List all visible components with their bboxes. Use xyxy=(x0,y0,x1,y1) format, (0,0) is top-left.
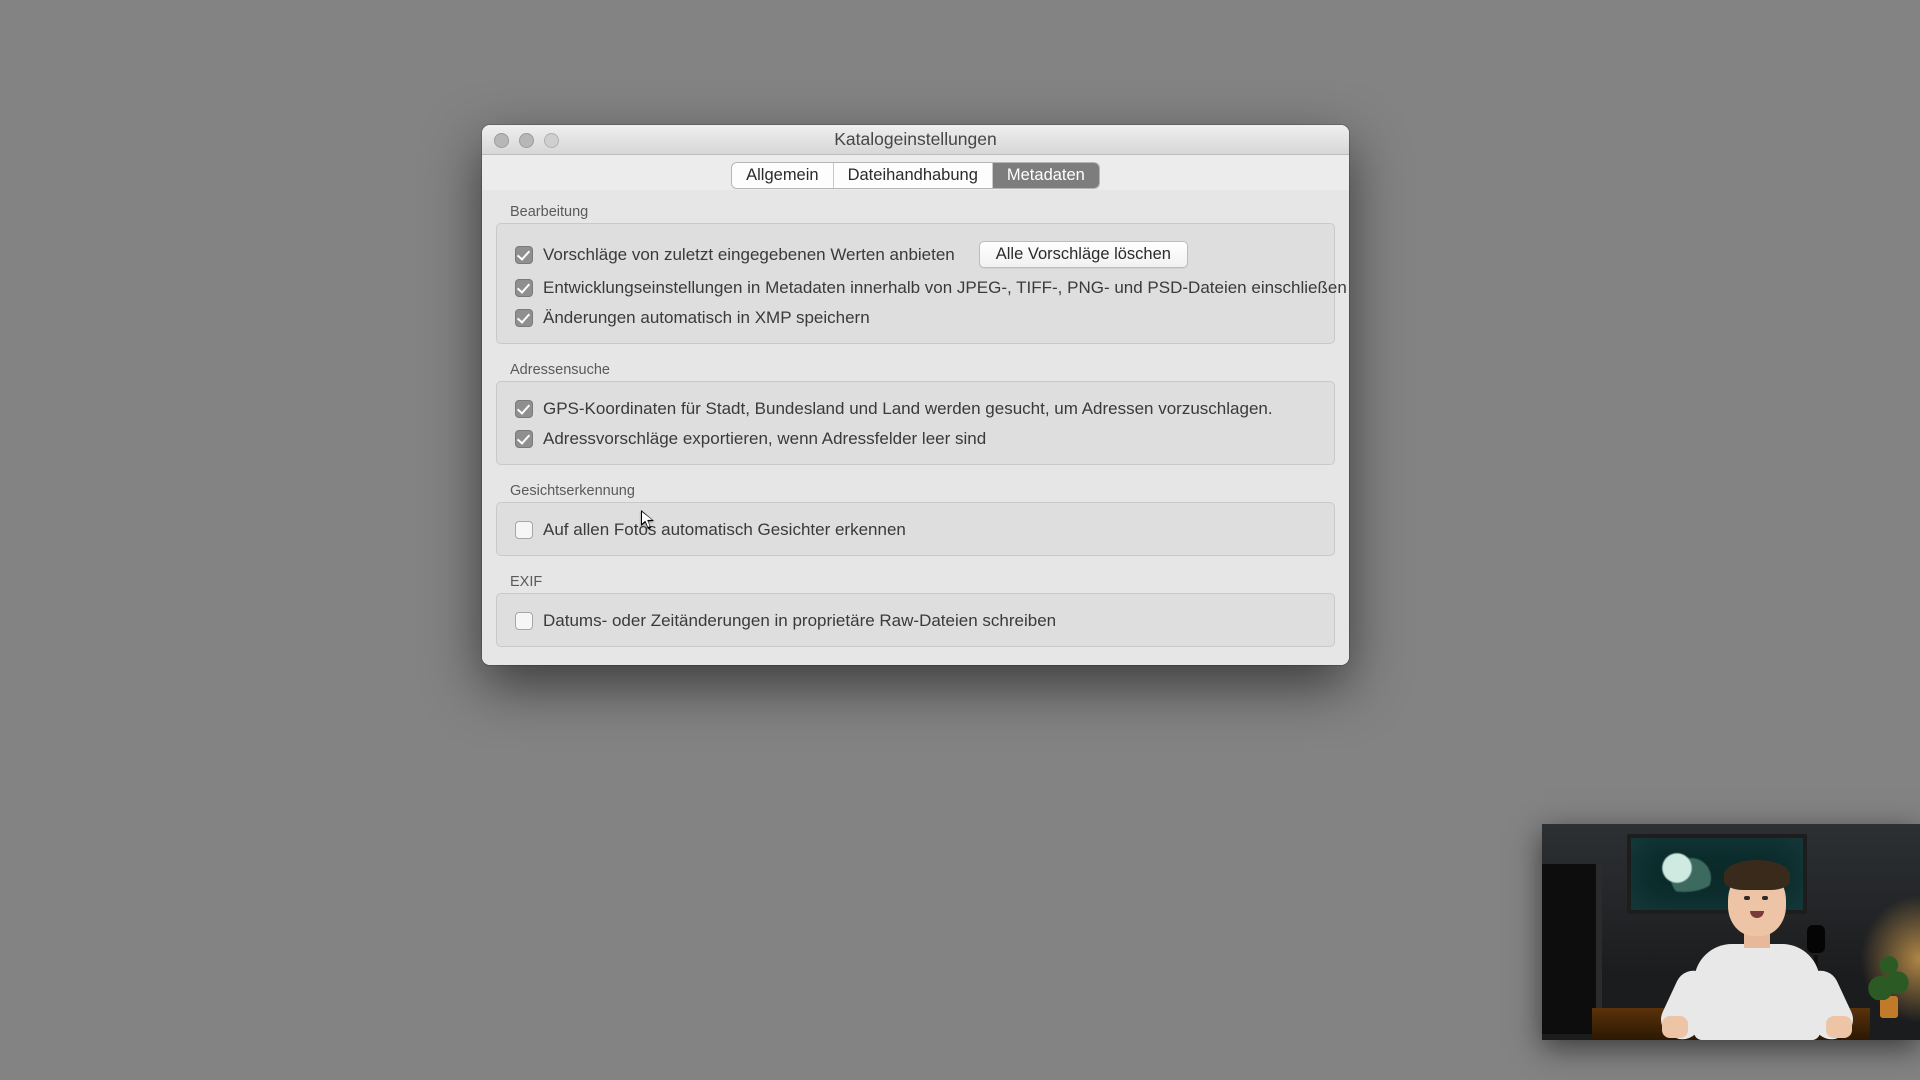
tabbar: Allgemein Dateihandhabung Metadaten xyxy=(482,155,1349,190)
section-title-face: Gesichtserkennung xyxy=(496,477,1335,502)
plant xyxy=(1868,940,1910,1018)
label-auto-detect-faces: Auf allen Fotos automatisch Gesichter er… xyxy=(543,520,906,540)
section-title-address: Adressensuche xyxy=(496,356,1335,381)
label-include-develop: Entwicklungseinstellungen in Metadaten i… xyxy=(543,278,1347,298)
row-suggest-recent: Vorschläge von zuletzt eingegebenen Wert… xyxy=(515,236,1316,273)
tab-general[interactable]: Allgemein xyxy=(732,163,833,188)
checkbox-suggest-recent[interactable] xyxy=(515,246,533,264)
window-title: Katalogeinstellungen xyxy=(834,129,997,150)
checkbox-auto-xmp[interactable] xyxy=(515,309,533,327)
row-write-date-raw: Datums- oder Zeitänderungen in proprietä… xyxy=(515,606,1316,636)
presenter xyxy=(1662,860,1852,1040)
checkbox-write-date-raw[interactable] xyxy=(515,612,533,630)
clear-suggestions-button[interactable]: Alle Vorschläge löschen xyxy=(979,241,1188,268)
row-auto-xmp: Änderungen automatisch in XMP speichern xyxy=(515,303,1316,333)
label-write-date-raw: Datums- oder Zeitänderungen in proprietä… xyxy=(543,611,1056,631)
label-auto-xmp: Änderungen automatisch in XMP speichern xyxy=(543,308,870,328)
titlebar: Katalogeinstellungen xyxy=(482,125,1349,155)
checkbox-export-suggestions[interactable] xyxy=(515,430,533,448)
catalog-settings-window: Katalogeinstellungen Allgemein Dateihand… xyxy=(482,125,1349,665)
panel-face: Auf allen Fotos automatisch Gesichter er… xyxy=(496,502,1335,556)
section-title-editing: Bearbeitung xyxy=(496,198,1335,223)
row-include-develop: Entwicklungseinstellungen in Metadaten i… xyxy=(515,273,1316,303)
window-controls xyxy=(494,133,559,148)
row-auto-detect-faces: Auf allen Fotos automatisch Gesichter er… xyxy=(515,515,1316,545)
minimize-icon[interactable] xyxy=(519,133,534,148)
panel-exif: Datums- oder Zeitänderungen in proprietä… xyxy=(496,593,1335,647)
label-gps-lookup: GPS-Koordinaten für Stadt, Bundesland un… xyxy=(543,399,1273,419)
section-title-exif: EXIF xyxy=(496,568,1335,593)
label-suggest-recent: Vorschläge von zuletzt eingegebenen Wert… xyxy=(543,245,955,265)
webcam-pip xyxy=(1542,824,1920,1040)
window-body: Bearbeitung Vorschläge von zuletzt einge… xyxy=(482,190,1349,665)
checkbox-include-develop[interactable] xyxy=(515,279,533,297)
close-icon[interactable] xyxy=(494,133,509,148)
tab-metadata[interactable]: Metadaten xyxy=(993,163,1099,188)
row-gps-lookup: GPS-Koordinaten für Stadt, Bundesland un… xyxy=(515,394,1316,424)
maximize-icon[interactable] xyxy=(544,133,559,148)
tab-segmented-control: Allgemein Dateihandhabung Metadaten xyxy=(732,163,1099,188)
label-export-suggestions: Adressvorschläge exportieren, wenn Adres… xyxy=(543,429,986,449)
panel-address: GPS-Koordinaten für Stadt, Bundesland un… xyxy=(496,381,1335,465)
row-export-suggestions: Adressvorschläge exportieren, wenn Adres… xyxy=(515,424,1316,454)
checkbox-gps-lookup[interactable] xyxy=(515,400,533,418)
tab-filehandling[interactable]: Dateihandhabung xyxy=(834,163,993,188)
checkbox-auto-detect-faces[interactable] xyxy=(515,521,533,539)
panel-editing: Vorschläge von zuletzt eingegebenen Wert… xyxy=(496,223,1335,344)
